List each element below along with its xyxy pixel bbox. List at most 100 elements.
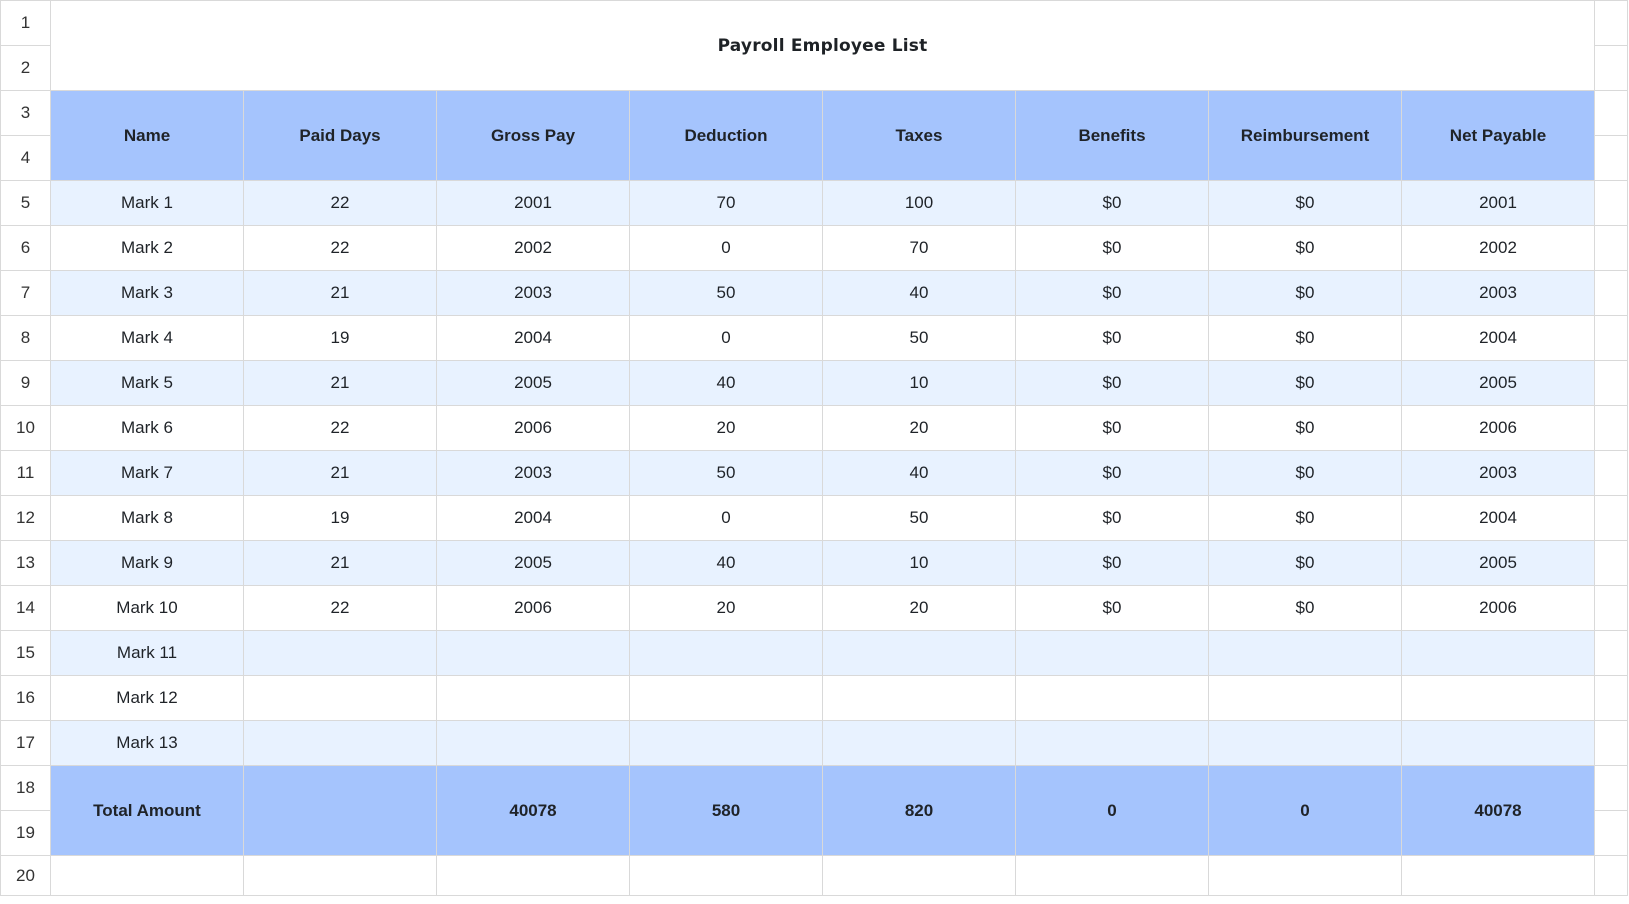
cell-reimbursement[interactable]: [1208, 630, 1402, 676]
row-header-19[interactable]: 19: [0, 810, 51, 856]
cell-name[interactable]: Mark 1: [50, 180, 244, 226]
cell-net-payable[interactable]: 2003: [1401, 270, 1595, 316]
cell-name[interactable]: Mark 6: [50, 405, 244, 451]
cell-taxes[interactable]: 70: [822, 225, 1016, 271]
cell-gross-pay[interactable]: [436, 720, 630, 766]
cell-paid-days[interactable]: 19: [243, 315, 437, 361]
cell-deduction[interactable]: 20: [629, 405, 823, 451]
row-header-4[interactable]: 4: [0, 135, 51, 181]
cell-paid-days[interactable]: 22: [243, 585, 437, 631]
cell-gross-pay[interactable]: 2003: [436, 450, 630, 496]
cell-benefits[interactable]: [1015, 630, 1209, 676]
cell-paid-days[interactable]: 22: [243, 225, 437, 271]
cell-name[interactable]: Mark 13: [50, 720, 244, 766]
empty-cell[interactable]: [243, 855, 437, 896]
cell-net-payable[interactable]: 2005: [1401, 360, 1595, 406]
total-benefits[interactable]: 0: [1015, 765, 1209, 856]
row-header-12[interactable]: 12: [0, 495, 51, 541]
empty-cell[interactable]: [50, 855, 244, 896]
cell-paid-days[interactable]: 22: [243, 405, 437, 451]
empty-cell[interactable]: [1594, 495, 1628, 541]
cell-taxes[interactable]: 20: [822, 585, 1016, 631]
empty-cell[interactable]: [1594, 855, 1628, 896]
header-paid-days[interactable]: Paid Days: [243, 90, 437, 181]
cell-name[interactable]: Mark 8: [50, 495, 244, 541]
header-gross-pay[interactable]: Gross Pay: [436, 90, 630, 181]
cell-reimbursement[interactable]: $0: [1208, 450, 1402, 496]
cell-name[interactable]: Mark 12: [50, 675, 244, 721]
cell-benefits[interactable]: $0: [1015, 180, 1209, 226]
cell-taxes[interactable]: 50: [822, 315, 1016, 361]
cell-taxes[interactable]: [822, 720, 1016, 766]
row-header-7[interactable]: 7: [0, 270, 51, 316]
cell-deduction[interactable]: [629, 630, 823, 676]
cell-deduction[interactable]: 50: [629, 270, 823, 316]
row-header-5[interactable]: 5: [0, 180, 51, 226]
cell-benefits[interactable]: [1015, 675, 1209, 721]
cell-deduction[interactable]: [629, 720, 823, 766]
total-paid-days[interactable]: [243, 765, 437, 856]
cell-net-payable[interactable]: 2005: [1401, 540, 1595, 586]
total-net-payable[interactable]: 40078: [1401, 765, 1595, 856]
cell-deduction[interactable]: 40: [629, 360, 823, 406]
cell-paid-days[interactable]: 21: [243, 540, 437, 586]
header-net-payable[interactable]: Net Payable: [1401, 90, 1595, 181]
empty-cell[interactable]: [1594, 225, 1628, 271]
cell-gross-pay[interactable]: 2003: [436, 270, 630, 316]
cell-gross-pay[interactable]: 2004: [436, 315, 630, 361]
row-header-1[interactable]: 1: [0, 0, 51, 46]
total-reimbursement[interactable]: 0: [1208, 765, 1402, 856]
empty-cell[interactable]: [1401, 855, 1595, 896]
cell-taxes[interactable]: 20: [822, 405, 1016, 451]
row-header-3[interactable]: 3: [0, 90, 51, 136]
empty-cell[interactable]: [1594, 0, 1628, 46]
header-taxes[interactable]: Taxes: [822, 90, 1016, 181]
cell-paid-days[interactable]: [243, 720, 437, 766]
cell-gross-pay[interactable]: 2004: [436, 495, 630, 541]
cell-gross-pay[interactable]: 2005: [436, 540, 630, 586]
cell-net-payable[interactable]: 2003: [1401, 450, 1595, 496]
row-header-15[interactable]: 15: [0, 630, 51, 676]
empty-cell[interactable]: [1594, 540, 1628, 586]
header-name[interactable]: Name: [50, 90, 244, 181]
empty-cell[interactable]: [1594, 450, 1628, 496]
cell-net-payable[interactable]: 2004: [1401, 315, 1595, 361]
cell-reimbursement[interactable]: $0: [1208, 540, 1402, 586]
row-header-11[interactable]: 11: [0, 450, 51, 496]
cell-name[interactable]: Mark 4: [50, 315, 244, 361]
cell-deduction[interactable]: 0: [629, 315, 823, 361]
cell-taxes[interactable]: 40: [822, 450, 1016, 496]
cell-reimbursement[interactable]: $0: [1208, 405, 1402, 451]
cell-taxes[interactable]: 10: [822, 360, 1016, 406]
row-header-9[interactable]: 9: [0, 360, 51, 406]
cell-paid-days[interactable]: [243, 675, 437, 721]
empty-cell[interactable]: [1594, 315, 1628, 361]
cell-reimbursement[interactable]: [1208, 675, 1402, 721]
cell-name[interactable]: Mark 3: [50, 270, 244, 316]
empty-cell[interactable]: [1594, 810, 1628, 856]
cell-net-payable[interactable]: 2006: [1401, 405, 1595, 451]
row-header-13[interactable]: 13: [0, 540, 51, 586]
empty-cell[interactable]: [1594, 135, 1628, 181]
cell-reimbursement[interactable]: $0: [1208, 270, 1402, 316]
empty-cell[interactable]: [1208, 855, 1402, 896]
cell-name[interactable]: Mark 11: [50, 630, 244, 676]
empty-cell[interactable]: [1594, 90, 1628, 136]
cell-deduction[interactable]: 0: [629, 225, 823, 271]
empty-cell[interactable]: [1594, 180, 1628, 226]
empty-cell[interactable]: [1594, 765, 1628, 811]
cell-gross-pay[interactable]: [436, 675, 630, 721]
cell-gross-pay[interactable]: [436, 630, 630, 676]
cell-paid-days[interactable]: [243, 630, 437, 676]
cell-name[interactable]: Mark 10: [50, 585, 244, 631]
cell-benefits[interactable]: $0: [1015, 405, 1209, 451]
cell-taxes[interactable]: [822, 675, 1016, 721]
cell-gross-pay[interactable]: 2002: [436, 225, 630, 271]
cell-taxes[interactable]: [822, 630, 1016, 676]
row-header-18[interactable]: 18: [0, 765, 51, 811]
row-header-8[interactable]: 8: [0, 315, 51, 361]
cell-benefits[interactable]: $0: [1015, 540, 1209, 586]
cell-net-payable[interactable]: [1401, 630, 1595, 676]
cell-gross-pay[interactable]: 2001: [436, 180, 630, 226]
empty-cell[interactable]: [1594, 405, 1628, 451]
